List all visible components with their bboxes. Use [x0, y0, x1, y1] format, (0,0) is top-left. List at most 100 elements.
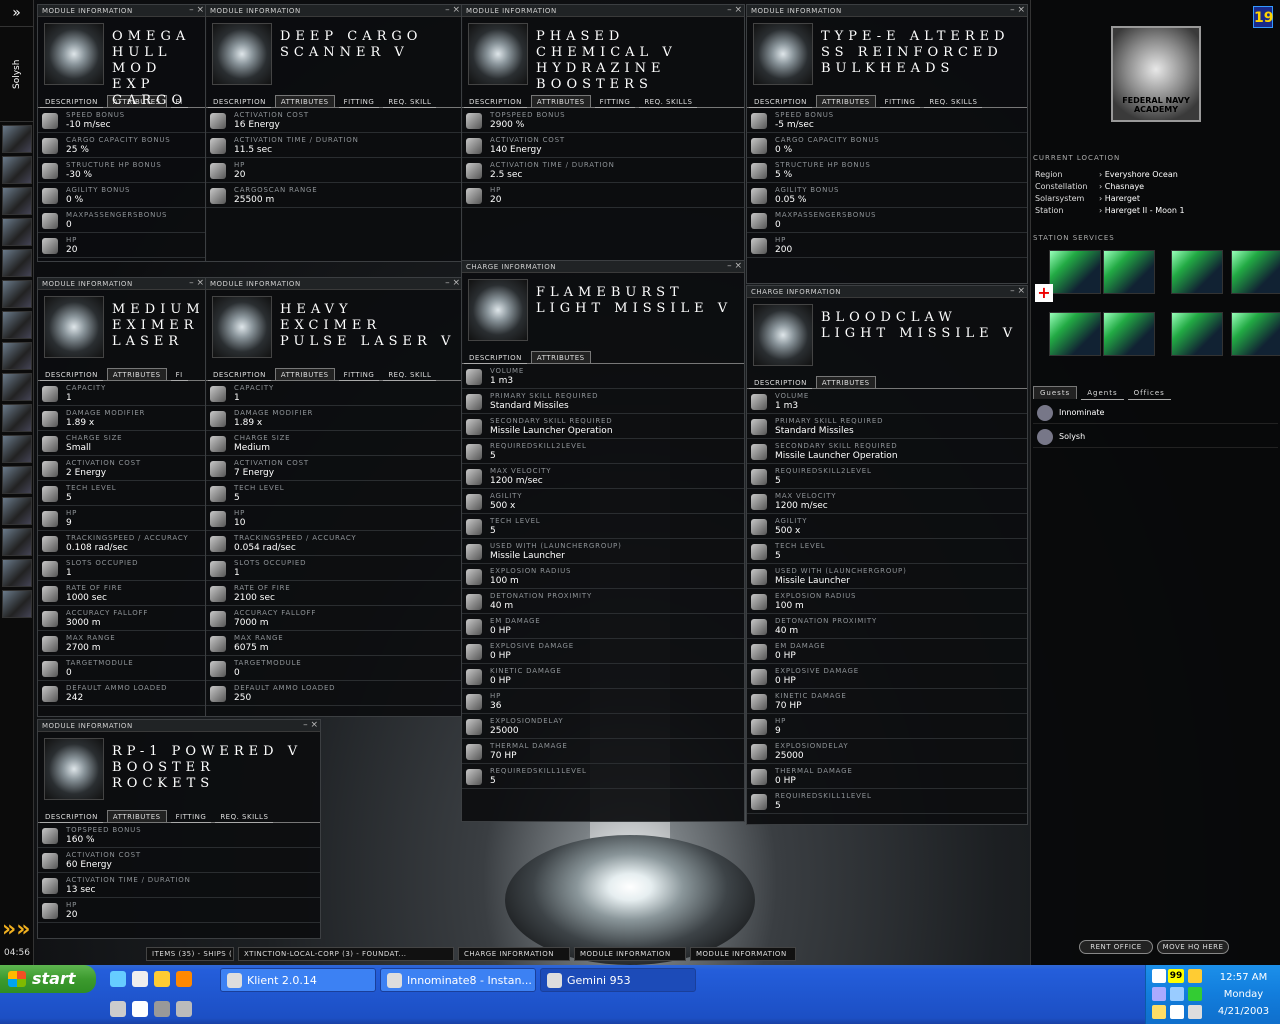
tab-offices[interactable]: Offices [1127, 387, 1171, 400]
security-tray-icon[interactable] [1170, 1005, 1184, 1019]
tab-req-skills[interactable]: Req. Skills [639, 96, 698, 108]
move-hq-button[interactable]: Move HQ Here [1157, 940, 1229, 954]
tools-icon[interactable] [2, 435, 32, 463]
tab-fitting[interactable]: Fitting [338, 369, 380, 381]
tab-fitting[interactable]: Fitting [170, 811, 212, 823]
bounty-service-icon[interactable] [1231, 312, 1280, 356]
buddy-tray-icon[interactable] [1188, 969, 1202, 983]
runner-icon[interactable] [176, 971, 192, 987]
window-controls[interactable]: – × [727, 5, 742, 16]
tab-description[interactable]: Description [40, 96, 103, 108]
window-phased[interactable]: Module Information – × PHASED CHEMICAL V … [461, 4, 745, 262]
tab-attributes[interactable]: Attributes [530, 95, 591, 107]
tab-attributes[interactable]: Attributes [106, 368, 167, 380]
window-omega[interactable]: Module Information – × OMEGA HULL MOD EXP… [37, 4, 207, 262]
tray-number-icon[interactable]: 99 [1168, 969, 1184, 983]
tab-attributes[interactable]: Attributes [274, 368, 335, 380]
tab-req-skills[interactable]: Req. Skills [215, 811, 274, 823]
app-tray-icon[interactable] [1188, 987, 1202, 1001]
sidebar-expand-icon[interactable]: » [0, 0, 33, 26]
notes-icon[interactable] [110, 1001, 126, 1017]
monitor-quick-icon[interactable] [176, 1001, 192, 1017]
window-title[interactable]: Module Information [206, 278, 462, 290]
window-controls[interactable]: – × [303, 720, 318, 731]
map-icon[interactable] [2, 218, 32, 246]
tab-req-skills[interactable]: Req. Skills [924, 96, 983, 108]
network-tray-icon[interactable] [1152, 987, 1166, 1001]
tab-req-skill[interactable]: Req. Skill [383, 369, 437, 381]
window-title[interactable]: Module Information [462, 5, 744, 17]
window-title[interactable]: Module Information [38, 278, 206, 290]
tab-description[interactable]: Description [464, 352, 527, 364]
location-value[interactable]: Harerget II - Moon 1 [1105, 206, 1185, 215]
tab-agents[interactable]: Agents [1081, 387, 1124, 400]
audio-icon[interactable] [2, 497, 32, 525]
window-controls[interactable]: – × [189, 5, 204, 16]
character-icon[interactable] [2, 125, 32, 153]
start-button[interactable]: start [0, 965, 96, 993]
task-klient[interactable]: Klient 2.0.14 [220, 968, 376, 992]
tab-fitting[interactable]: Fitting [338, 96, 380, 108]
repair-service-icon[interactable] [1049, 250, 1101, 294]
tab-description[interactable]: Description [464, 96, 527, 108]
tab-fitting[interactable]: Fitting [879, 96, 921, 108]
app-quick-icon[interactable] [154, 1001, 170, 1017]
window-title[interactable]: Module Information [38, 5, 206, 17]
window-rp1[interactable]: Module Information – × RP-1 POWERED V BOO… [37, 719, 321, 939]
network-icon[interactable] [2, 249, 32, 277]
lab-service-icon[interactable] [1103, 312, 1155, 356]
window-controls[interactable]: – × [727, 261, 742, 272]
sidebar-chevron-icon[interactable]: »» [2, 918, 32, 942]
strip-window-tab[interactable]: Module Information [690, 947, 796, 961]
assets-icon[interactable] [2, 280, 32, 308]
window-title[interactable]: Charge Information [747, 286, 1027, 298]
window-medium[interactable]: Module Information – × MEDIUM EXIMER LASE… [37, 277, 207, 717]
ring-icon[interactable] [2, 342, 32, 370]
location-value[interactable]: Harerget [1105, 194, 1140, 203]
task-innominate[interactable]: Innominate8 - Instan... [380, 968, 536, 992]
strip-window-tab[interactable]: Charge Information [458, 947, 570, 961]
ie-icon[interactable] [110, 971, 126, 987]
fitting-service-icon[interactable] [1103, 250, 1155, 294]
tab-fi[interactable]: Fi [170, 369, 188, 381]
tab-description[interactable]: Description [208, 369, 271, 381]
skills-icon[interactable] [2, 311, 32, 339]
market-service-icon[interactable] [1231, 250, 1280, 294]
tab-description[interactable]: Description [208, 96, 271, 108]
window-controls[interactable]: – × [445, 278, 460, 289]
factory-service-icon[interactable] [1049, 312, 1101, 356]
window-title[interactable]: Charge Information [462, 261, 744, 273]
display-tray-icon[interactable] [1170, 987, 1184, 1001]
guest-item[interactable]: Innominate [1033, 402, 1278, 424]
strip-window-tab[interactable]: Items (35) - Ships (1) [146, 947, 234, 961]
tab-req-skill[interactable]: Req. Skill [383, 96, 437, 108]
taskbar-clock[interactable]: 12:57 AM Monday 4/21/2003 [1206, 969, 1280, 1020]
insurance-service-icon[interactable] [1171, 312, 1223, 356]
world-icon[interactable] [2, 404, 32, 432]
strip-window-tab[interactable]: Module Information [574, 947, 686, 961]
task-gemini[interactable]: Gemini 953 [540, 968, 696, 992]
tab-description[interactable]: Description [40, 369, 103, 381]
tab-attributes[interactable]: Attributes [274, 95, 335, 107]
reprocessing-service-icon[interactable] [1171, 250, 1223, 294]
strip-window-tab[interactable]: Xtinction-local-Corp (3) - Foundat... [238, 947, 454, 961]
mail-icon[interactable] [2, 187, 32, 215]
window-bloodclaw[interactable]: Charge Information – × BLOODCLAW LIGHT MI… [746, 285, 1028, 825]
tab-description[interactable]: Description [40, 811, 103, 823]
tab-attributes[interactable]: Attributes [106, 810, 167, 822]
window-deepcargo[interactable]: Module Information – × DEEP CARGO SCANNER… [205, 4, 463, 262]
rent-office-button[interactable]: Rent Office [1079, 940, 1153, 954]
window-title[interactable]: Module Information [206, 5, 462, 17]
tab-guests[interactable]: Guests [1033, 386, 1078, 399]
tab-attributes[interactable]: Attributes [815, 95, 876, 107]
window-controls[interactable]: – × [445, 5, 460, 16]
window-typee[interactable]: Module Information – × TYPE-E ALTERED SS … [746, 4, 1028, 284]
tab-fitting[interactable]: Fitting [594, 96, 636, 108]
klient-quick-icon[interactable] [132, 1001, 148, 1017]
window-controls[interactable]: – × [189, 278, 204, 289]
tab-description[interactable]: Description [749, 96, 812, 108]
location-value[interactable]: Chasnaye [1105, 182, 1144, 191]
tab-description[interactable]: Description [749, 377, 812, 389]
winamp-icon[interactable] [154, 971, 170, 987]
location-value[interactable]: Everyshore Ocean [1105, 170, 1178, 179]
